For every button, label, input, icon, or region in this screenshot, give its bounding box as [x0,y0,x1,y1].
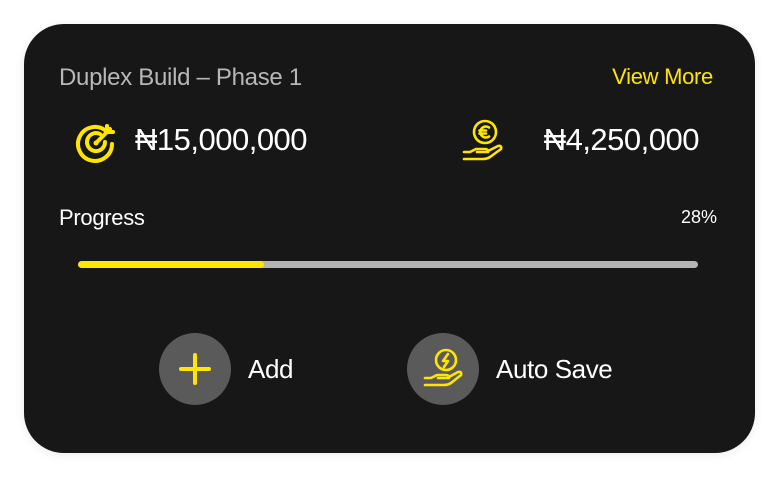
euro-coin-hand-icon [462,119,503,161]
plus-icon [179,353,211,385]
add-label: Add [248,353,294,384]
progress-bar [78,261,698,268]
auto-save-button-circle[interactable] [407,333,479,405]
saved-amount: ₦4,250,000 [543,122,700,157]
add-button-circle[interactable] [159,333,231,405]
progress-bar-fill [78,261,264,268]
view-more-link[interactable]: View More [612,64,713,90]
progress-label: Progress [59,205,145,230]
target-amount: ₦15,000,000 [135,122,308,157]
project-title: Duplex Build – Phase 1 [59,64,302,91]
target-icon [76,124,115,163]
auto-save-label: Auto Save [496,353,613,384]
lightning-hand-icon [423,348,463,387]
savings-card: Duplex Build – Phase 1 View More ₦15,000… [24,24,755,453]
add-button[interactable]: Add [159,333,293,405]
auto-save-button[interactable]: Auto Save [407,333,613,405]
progress-percent: 28% [680,207,717,227]
